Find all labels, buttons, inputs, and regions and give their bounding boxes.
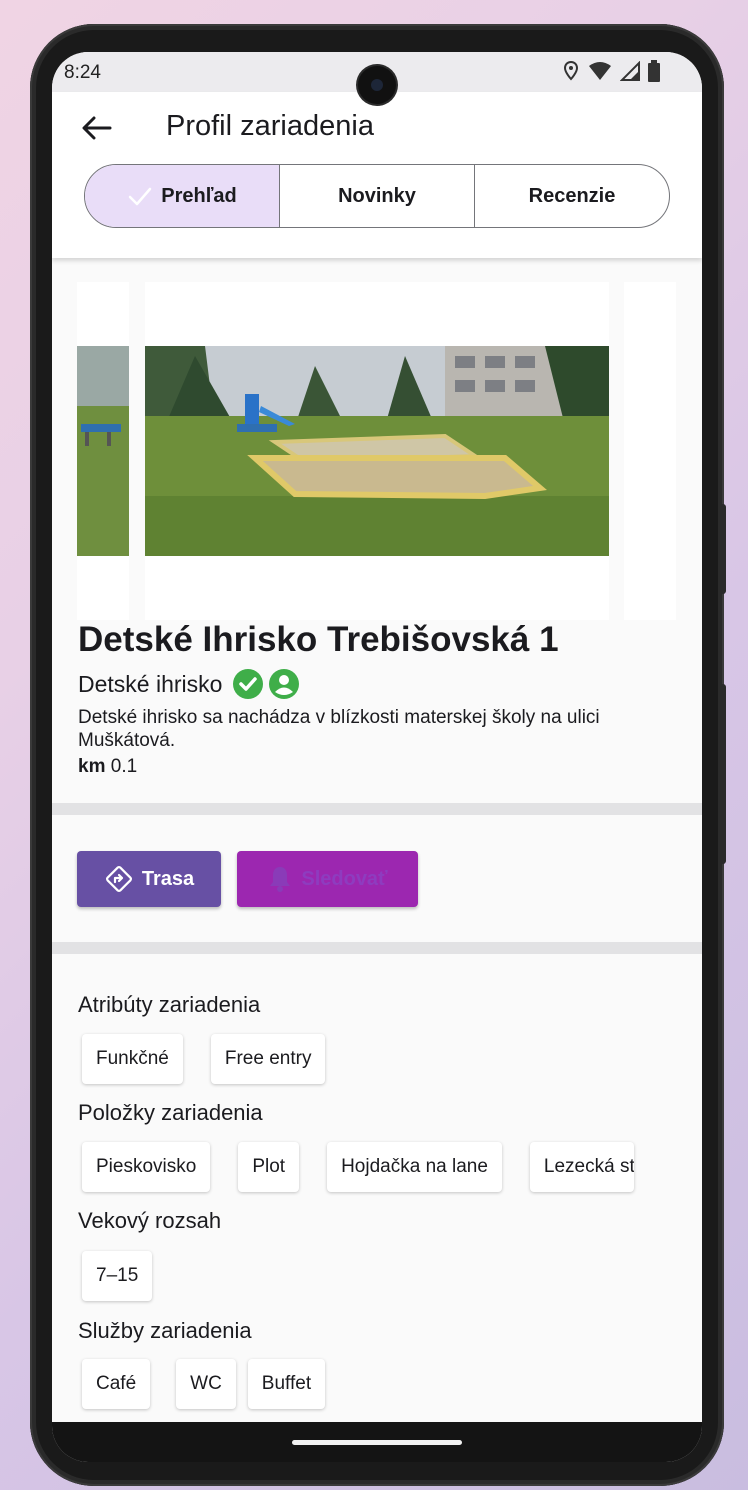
power-button (720, 684, 726, 864)
chip: Café (82, 1359, 151, 1409)
photo-carousel[interactable] (52, 282, 702, 620)
location-icon (563, 61, 579, 81)
attributes-title: Atribúty zariadenia (78, 992, 261, 1017)
chip: WC (176, 1359, 236, 1409)
front-camera (358, 66, 396, 104)
tab-news-label: Novinky (338, 184, 416, 207)
carousel-card-next[interactable] (624, 282, 676, 620)
wifi-icon (589, 62, 611, 80)
chip: Hojdačka na lane (327, 1142, 502, 1192)
account-circle-icon (269, 669, 300, 699)
route-button[interactable]: Trasa (77, 851, 221, 907)
age-chips: 7–15 (82, 1251, 153, 1301)
distance-unit: km (78, 756, 106, 777)
bell-icon (270, 867, 291, 892)
directions-icon (105, 866, 132, 892)
items-chips: Pieskovisko Plot Hojdačka na lane Lezeck… (82, 1142, 634, 1192)
tab-overview-label: Prehľad (161, 184, 237, 207)
chip: Lezecká stena (529, 1142, 634, 1192)
route-button-label: Trasa (141, 867, 195, 890)
status-time: 8:24 (64, 62, 101, 83)
chip: Pieskovisko (82, 1142, 211, 1192)
battery-icon (648, 60, 660, 82)
place-category: Detské ihrisko (78, 670, 223, 697)
age-title: Vekový rozsah (78, 1208, 222, 1233)
carousel-card-current[interactable] (145, 282, 609, 620)
items-title: Položky zariadenia (78, 1100, 263, 1125)
attributes-chips: Funkčné Free entry (82, 1034, 326, 1084)
status-icons (562, 60, 660, 82)
place-description: Detské ihrisko sa nachádza v blízkosti m… (78, 707, 600, 751)
back-arrow-icon[interactable] (78, 110, 114, 146)
services-title: Služby zariadenia (78, 1318, 252, 1343)
tab-overview[interactable]: Prehľad (85, 165, 280, 227)
chip: Funkčné (82, 1034, 183, 1084)
tab-reviews-label: Recenzie (528, 184, 616, 207)
follow-button[interactable]: Sledovať (237, 851, 418, 907)
chip: 7–15 (82, 1251, 153, 1301)
page-title: Profil zariadenia (166, 110, 374, 142)
chip: Free entry (210, 1034, 326, 1084)
tab-reviews[interactable]: Recenzie (475, 165, 669, 227)
follow-button-label: Sledovať (301, 867, 388, 890)
verified-check-icon (233, 669, 264, 699)
place-title: Detské Ihrisko Trebišovská 1 (78, 620, 559, 659)
segmented-tabs: Prehľad Novinky Recenzie (84, 164, 670, 228)
volume-button (720, 504, 726, 594)
services-chips: Café WC Buffet (82, 1359, 326, 1409)
screen: 8:24 Profil zariadenia Prehľad Novinky R… (52, 52, 702, 1462)
app-bar: Profil zariadenia Prehľad Novinky Recenz… (52, 92, 702, 258)
home-gesture-handle[interactable] (292, 1440, 462, 1445)
divider (52, 942, 702, 954)
carousel-card-previous[interactable] (77, 282, 129, 620)
chip: Plot (238, 1142, 300, 1192)
place-distance: km 0.1 (78, 756, 137, 778)
tab-news[interactable]: Novinky (280, 165, 475, 227)
category-row: Detské ihrisko (78, 668, 300, 700)
signal-icon (620, 61, 640, 81)
check-icon (128, 187, 152, 206)
navigation-bar (52, 1422, 702, 1462)
divider (52, 803, 702, 815)
chip: Buffet (247, 1359, 326, 1409)
playground-photo (145, 346, 609, 556)
playground-photo-previous (77, 346, 129, 556)
distance-value: 0.1 (110, 756, 138, 777)
